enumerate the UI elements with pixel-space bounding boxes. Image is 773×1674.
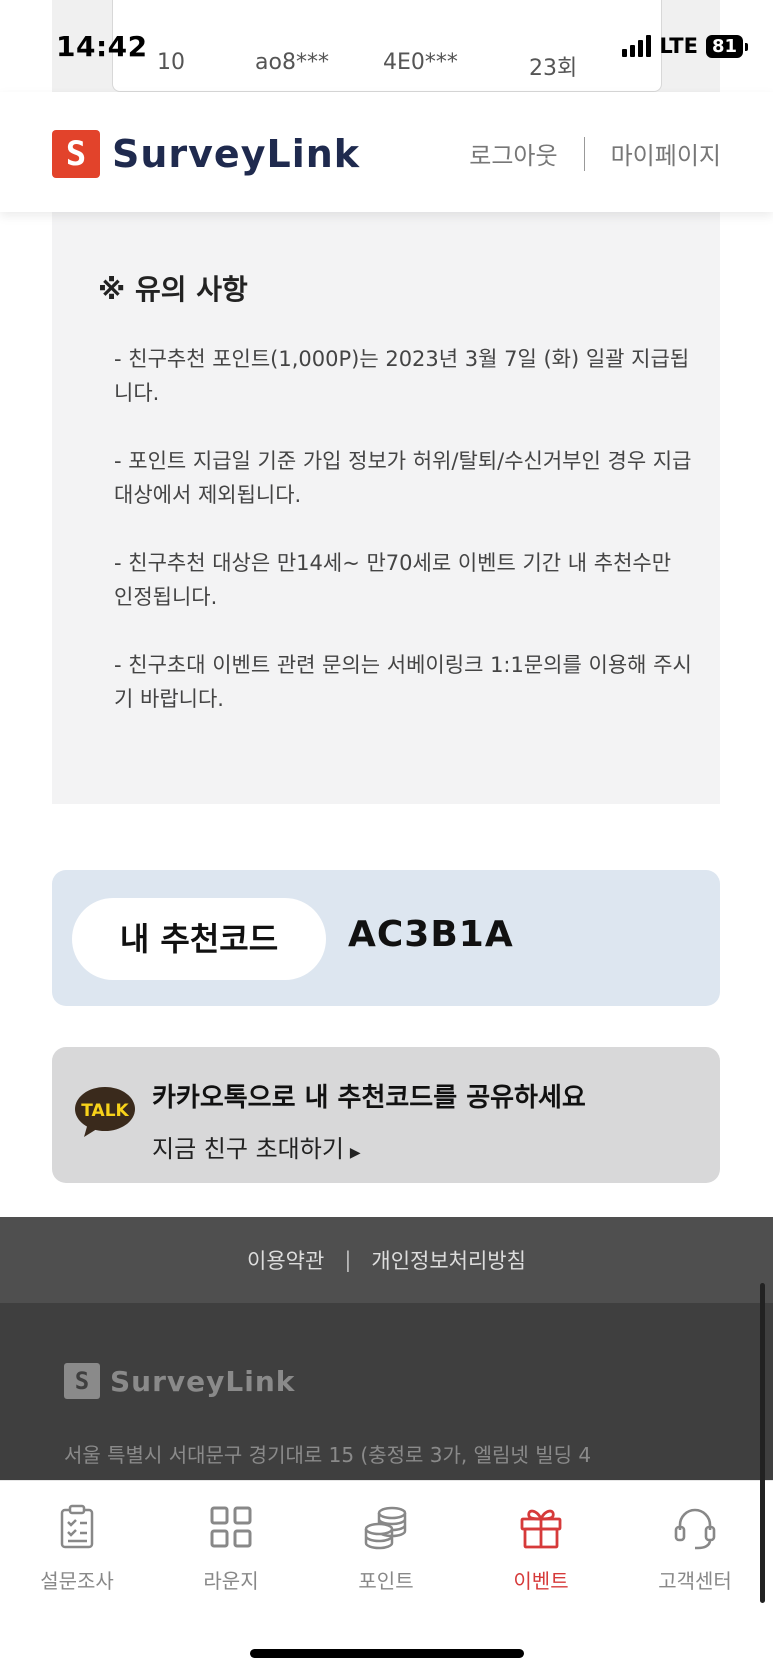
- status-indicators: LTE 81: [622, 34, 749, 58]
- tab-point[interactable]: 포인트: [321, 1503, 451, 1594]
- footer-brand-name: SurveyLink: [110, 1364, 296, 1398]
- notice-title: ※ 유의 사항: [98, 273, 248, 306]
- nav-divider: [583, 136, 585, 171]
- notice-box: ※ 유의 사항 - 친구추천 포인트(1,000P)는 2023년 3월 7일 …: [52, 212, 720, 804]
- brand-logo[interactable]: S SurveyLink: [52, 130, 360, 178]
- notice-item: - 포인트 지급일 기준 가입 정보가 허위/탈퇴/수신거부인 경우 지급대상에…: [114, 449, 692, 507]
- invite-friends-label: 지금 친구 초대하기: [152, 1135, 344, 1163]
- app-header: S SurveyLink 로그아웃 마이페이지: [0, 92, 773, 212]
- footer-logo-mark-icon: S: [64, 1363, 100, 1399]
- grid-icon: [210, 1506, 252, 1548]
- home-indicator[interactable]: [250, 1649, 524, 1658]
- kakao-share-title: 카카오톡으로 내 추천코드를 공유하세요: [152, 1083, 586, 1113]
- headset-icon: [674, 1508, 716, 1550]
- signal-icon: [622, 35, 652, 57]
- referral-code-box: 내 추천코드 AC3B1A: [52, 870, 720, 1006]
- logo-mark-icon: S: [52, 130, 100, 178]
- tab-event[interactable]: 이벤트: [476, 1503, 606, 1594]
- gift-icon: [520, 1509, 562, 1549]
- tab-support-label: 고객센터: [658, 1569, 732, 1593]
- brand-name: SurveyLink: [112, 132, 361, 176]
- clipboard-icon: [60, 1504, 94, 1549]
- logout-link[interactable]: 로그아웃: [469, 136, 557, 171]
- tab-support[interactable]: 고객센터: [630, 1503, 760, 1594]
- status-time: 14:42: [56, 30, 148, 63]
- tab-lounge[interactable]: 라운지: [166, 1503, 296, 1594]
- network-type: LTE: [659, 34, 698, 58]
- status-bar: 14:42 LTE 81: [0, 0, 773, 92]
- footer-info: S SurveyLink 서울 특별시 서대문구 경기대로 15 (충정로 3가…: [0, 1303, 773, 1483]
- referral-code-label: 내 추천코드: [72, 898, 326, 980]
- invite-friends-link[interactable]: 지금 친구 초대하기 ▶: [152, 1129, 361, 1164]
- tab-survey[interactable]: 설문조사: [12, 1503, 142, 1594]
- header-nav: 로그아웃 마이페이지: [469, 136, 721, 171]
- coins-icon: [364, 1506, 407, 1550]
- notice-item: - 친구추천 대상은 만14세~ 만70세로 이벤트 기간 내 추천수만 인정됩…: [114, 551, 672, 609]
- notice-list: - 친구추천 포인트(1,000P)는 2023년 3월 7일 (화) 일괄 지…: [114, 342, 694, 750]
- referral-code-value[interactable]: AC3B1A: [348, 914, 514, 955]
- terms-link[interactable]: 이용약관: [247, 1245, 324, 1275]
- page-scrollbar[interactable]: [760, 1283, 765, 1603]
- notice-item: - 친구추천 포인트(1,000P)는 2023년 3월 7일 (화) 일괄 지…: [114, 347, 690, 405]
- svg-text:TALK: TALK: [81, 1101, 129, 1121]
- footer-divider: |: [344, 1248, 352, 1272]
- tab-point-label: 포인트: [358, 1569, 414, 1593]
- triangle-right-icon: ▶: [349, 1145, 361, 1161]
- bottom-tab-bar: 설문조사 라운지 포인트 이벤트 고객센터: [0, 1480, 773, 1674]
- notice-item: - 친구초대 이벤트 관련 문의는 서베이링크 1:1문의를 이용해 주시기 바…: [114, 653, 692, 711]
- tab-survey-label: 설문조사: [40, 1569, 114, 1593]
- privacy-link[interactable]: 개인정보처리방침: [371, 1245, 526, 1275]
- footer-logo: S SurveyLink: [64, 1363, 295, 1399]
- tab-event-label: 이벤트: [513, 1569, 569, 1593]
- footer-links: 이용약관 | 개인정보처리방침: [0, 1217, 773, 1303]
- battery-icon: 81: [705, 34, 749, 58]
- mypage-link[interactable]: 마이페이지: [611, 136, 721, 171]
- company-address: 서울 특별시 서대문구 경기대로 15 (충정로 3가, 엘림넷 빌딩 4: [64, 1443, 592, 1467]
- kakaotalk-icon: TALK: [75, 1087, 135, 1137]
- kakao-share-button[interactable]: TALK 카카오톡으로 내 추천코드를 공유하세요 지금 친구 초대하기 ▶: [52, 1047, 720, 1183]
- tab-lounge-label: 라운지: [203, 1569, 259, 1593]
